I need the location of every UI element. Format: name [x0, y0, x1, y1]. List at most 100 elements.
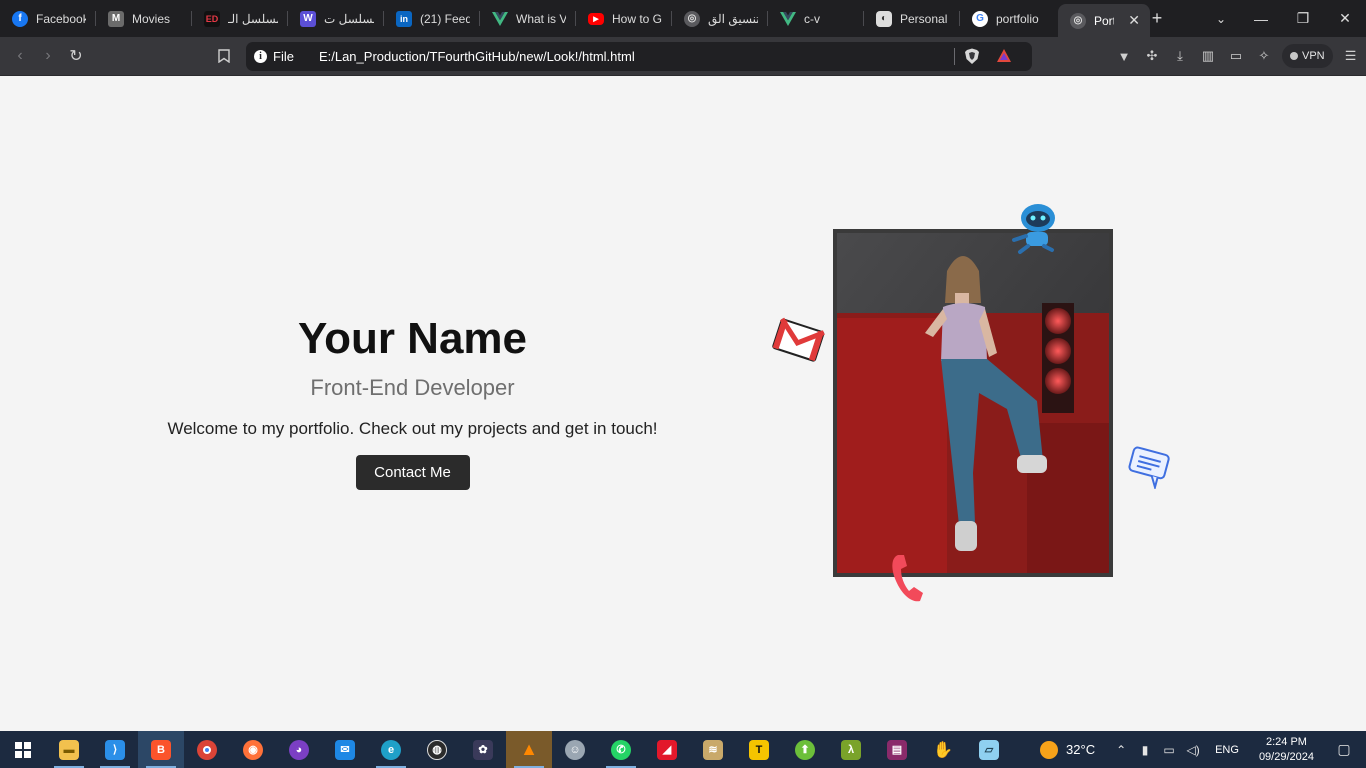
notification-icon[interactable]: ▢: [1336, 741, 1352, 758]
restore-button[interactable]: ❐: [1282, 0, 1324, 37]
tab-linkedin[interactable]: in (21) Feed: [384, 0, 480, 37]
page-icon: ◐: [876, 10, 892, 27]
clock[interactable]: 2:24 PM 09/29/2024: [1259, 735, 1314, 765]
tab-vue[interactable]: What is Vu: [480, 0, 576, 37]
tab-title: مسلسل الـ: [228, 11, 278, 26]
movies-icon: M: [108, 10, 124, 27]
system-tray: 32°C ⌃ ▮ ▭ ◁) ENG 2:24 PM 09/29/2024 ▢: [1040, 731, 1366, 768]
bookmark-icon[interactable]: [210, 42, 238, 70]
volume-icon[interactable]: ◁): [1185, 743, 1201, 757]
file-explorer-icon[interactable]: ▬: [46, 731, 92, 768]
tab-title: Facebook: [36, 11, 86, 26]
tab-title: Personal I: [900, 11, 950, 26]
tab-title: Movies: [132, 11, 171, 26]
forward-arrow-icon[interactable]: ›: [34, 42, 62, 70]
brave-vpn-shield-icon[interactable]: ▼: [1114, 46, 1134, 66]
url-text[interactable]: E:/Lan_Production/TFourthGitHub/new/Look…: [319, 49, 635, 64]
portfolio-page: Your Name Front-End Developer Welcome to…: [0, 77, 1366, 731]
vscode-icon[interactable]: ⟩: [92, 731, 138, 768]
close-window-button[interactable]: ✕: [1324, 0, 1366, 37]
network-icon[interactable]: ▭: [1161, 743, 1177, 757]
obs-icon[interactable]: ◍: [414, 731, 460, 768]
chevron-up-icon[interactable]: ⌃: [1113, 743, 1129, 757]
lambda-icon[interactable]: λ: [828, 731, 874, 768]
app-icon[interactable]: ≋: [690, 731, 736, 768]
amd-icon[interactable]: ◢: [644, 731, 690, 768]
brave-shield-icon[interactable]: [964, 48, 980, 65]
google-icon: G: [972, 10, 988, 27]
facebook-icon: f: [12, 10, 28, 27]
page-title: Your Name: [297, 314, 528, 363]
language-indicator[interactable]: ENG: [1215, 744, 1239, 756]
back-arrow-icon[interactable]: ‹: [6, 42, 34, 70]
winrar-icon[interactable]: ▤: [874, 731, 920, 768]
tab-portfolio-active[interactable]: ◎ Portfo ✕: [1058, 4, 1150, 37]
weather-widget[interactable]: 32°C: [1040, 740, 1096, 759]
vlc-icon[interactable]: ▲: [506, 731, 552, 768]
tab-title: How to G: [612, 11, 662, 26]
download-icon[interactable]: ⤓: [1170, 46, 1190, 66]
robot-icon: [1012, 204, 1055, 254]
info-icon[interactable]: i: [254, 50, 267, 63]
vpn-button[interactable]: VPN: [1282, 44, 1333, 68]
firefox-icon[interactable]: ◉: [230, 731, 276, 768]
mail-icon: [772, 317, 825, 362]
close-tab-icon[interactable]: ✕: [1128, 12, 1140, 29]
windows-taskbar: ▬ ⟩ B ◉ ◕ ✉ e ◍ ✿ ▲ ☺ ✆ ◢ ≋ T ⬆ λ ▤ ✋ ▱ …: [0, 731, 1366, 768]
tab-arabic[interactable]: ◎ تنسيق الق: [672, 0, 768, 37]
app-icon[interactable]: ⬆: [782, 731, 828, 768]
tab-movies[interactable]: M Movies: [96, 0, 192, 37]
tab-title: (21) Feed: [420, 11, 470, 26]
chrome-icon[interactable]: [184, 731, 230, 768]
tab-title: تنسيق الق: [708, 11, 758, 26]
app-icon[interactable]: ▱: [966, 731, 1012, 768]
davinci-icon[interactable]: ✿: [460, 731, 506, 768]
app-icon[interactable]: ☺: [552, 731, 598, 768]
tab-series-1[interactable]: ED مسلسل الـ: [192, 0, 288, 37]
toolbar-extensions: ▼ ✣ ⤓ ▥ ▭ ✧ VPN ☰: [1114, 42, 1361, 70]
brave-icon[interactable]: B: [138, 731, 184, 768]
mail-icon[interactable]: ✉: [322, 731, 368, 768]
vpn-status-icon: [1290, 52, 1298, 60]
welcome-text: Welcome to my portfolio. Check out my pr…: [167, 419, 658, 438]
tab-title: What is Vu: [516, 11, 566, 26]
profile-photo: [833, 229, 1113, 577]
edge-icon[interactable]: e: [368, 731, 414, 768]
usb-icon[interactable]: ▮: [1137, 743, 1153, 757]
chat-bubble-icon: [1128, 446, 1170, 489]
contact-me-button[interactable]: Contact Me: [355, 455, 470, 490]
extensions-icon[interactable]: ✣: [1142, 46, 1162, 66]
tab-title: مسلسل ت: [324, 11, 374, 26]
globe-icon: ◎: [684, 10, 700, 27]
tab-google-portfolio[interactable]: G portfolio: [960, 0, 1056, 37]
tab-facebook[interactable]: f Facebook: [0, 0, 96, 37]
new-tab-button[interactable]: +: [1146, 8, 1168, 30]
youtube-icon: ▶: [588, 12, 604, 25]
tab-youtube[interactable]: ▶ How to G: [576, 0, 672, 37]
windows-start-icon[interactable]: [0, 731, 46, 768]
minimize-button[interactable]: —: [1240, 0, 1282, 37]
menu-icon[interactable]: ☰: [1341, 46, 1361, 66]
brave-rewards-icon[interactable]: [996, 48, 1012, 64]
app-icon[interactable]: ✋: [920, 731, 966, 768]
job-title: Front-End Developer: [310, 375, 515, 400]
temperature-label: 32°C: [1066, 742, 1096, 757]
vue-icon: [492, 11, 508, 27]
tab-cv[interactable]: c-v: [768, 0, 864, 37]
browser-tab-bar: f Facebook M Movies ED مسلسل الـ W مسلسل…: [0, 0, 1366, 37]
window-controls: — ❐ ✕: [1240, 0, 1366, 37]
sidebar-icon[interactable]: ▥: [1198, 46, 1218, 66]
phone-icon: [892, 555, 923, 602]
tab-search-chevron-icon[interactable]: ⌄: [1210, 8, 1232, 30]
github-desktop-icon[interactable]: ◕: [276, 731, 322, 768]
t-app-icon[interactable]: T: [736, 731, 782, 768]
wallet-icon[interactable]: ▭: [1226, 46, 1246, 66]
tab-title: portfolio: [996, 11, 1039, 26]
tab-series-2[interactable]: W مسلسل ت: [288, 0, 384, 37]
tab-personal[interactable]: ◐ Personal I: [864, 0, 960, 37]
reload-icon[interactable]: ↻: [62, 42, 90, 70]
whatsapp-icon[interactable]: ✆: [598, 731, 644, 768]
browser-toolbar: ‹ › ↻ i File E:/Lan_Production/TFourthGi…: [0, 37, 1366, 76]
leo-ai-icon[interactable]: ✧: [1254, 46, 1274, 66]
address-bar[interactable]: i File E:/Lan_Production/TFourthGitHub/n…: [246, 42, 1032, 71]
